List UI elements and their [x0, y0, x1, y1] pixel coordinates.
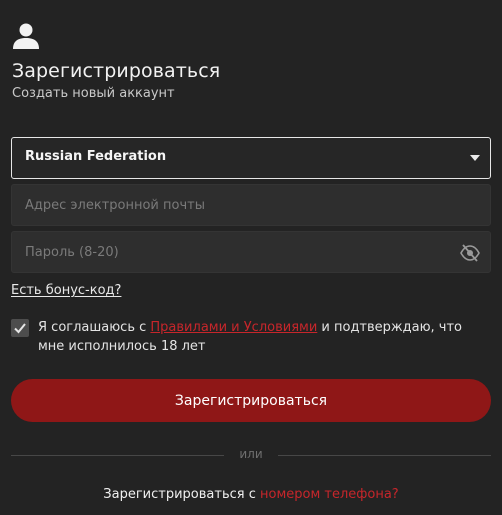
eye-slash-icon[interactable] — [460, 244, 480, 262]
user-icon — [13, 23, 39, 49]
phone-register-text: Зарегистрироваться с — [103, 487, 260, 502]
agreement-text-before: Я соглашаюсь с — [38, 320, 151, 335]
bonus-code-link[interactable]: Есть бонус-код? — [11, 283, 121, 298]
password-field[interactable] — [12, 232, 490, 272]
divider-line-right — [278, 455, 491, 456]
phone-register-prompt: Зарегистрироваться с номером телефона? — [0, 487, 502, 502]
divider-line-left — [11, 455, 224, 456]
email-field[interactable] — [12, 185, 490, 225]
agreement-checkbox[interactable] — [11, 319, 29, 337]
country-select-value: Russian Federation — [25, 149, 167, 164]
country-select[interactable]: Russian Federation — [11, 137, 491, 179]
terms-link[interactable]: Правилами и Условиями — [150, 320, 317, 335]
page-subtitle: Создать новый аккаунт — [12, 86, 175, 101]
phone-register-link[interactable]: номером телефона? — [260, 487, 399, 502]
caret-down-icon — [470, 155, 480, 161]
check-icon — [14, 323, 26, 334]
agreement-text: Я соглашаюсь с Правилами и Условиями и п… — [38, 318, 483, 356]
email-field-wrapper — [11, 184, 491, 226]
password-field-wrapper — [11, 231, 491, 273]
page-title: Зарегистрироваться — [12, 60, 221, 82]
divider-label: или — [239, 447, 263, 461]
register-button[interactable]: Зарегистрироваться — [11, 379, 491, 422]
